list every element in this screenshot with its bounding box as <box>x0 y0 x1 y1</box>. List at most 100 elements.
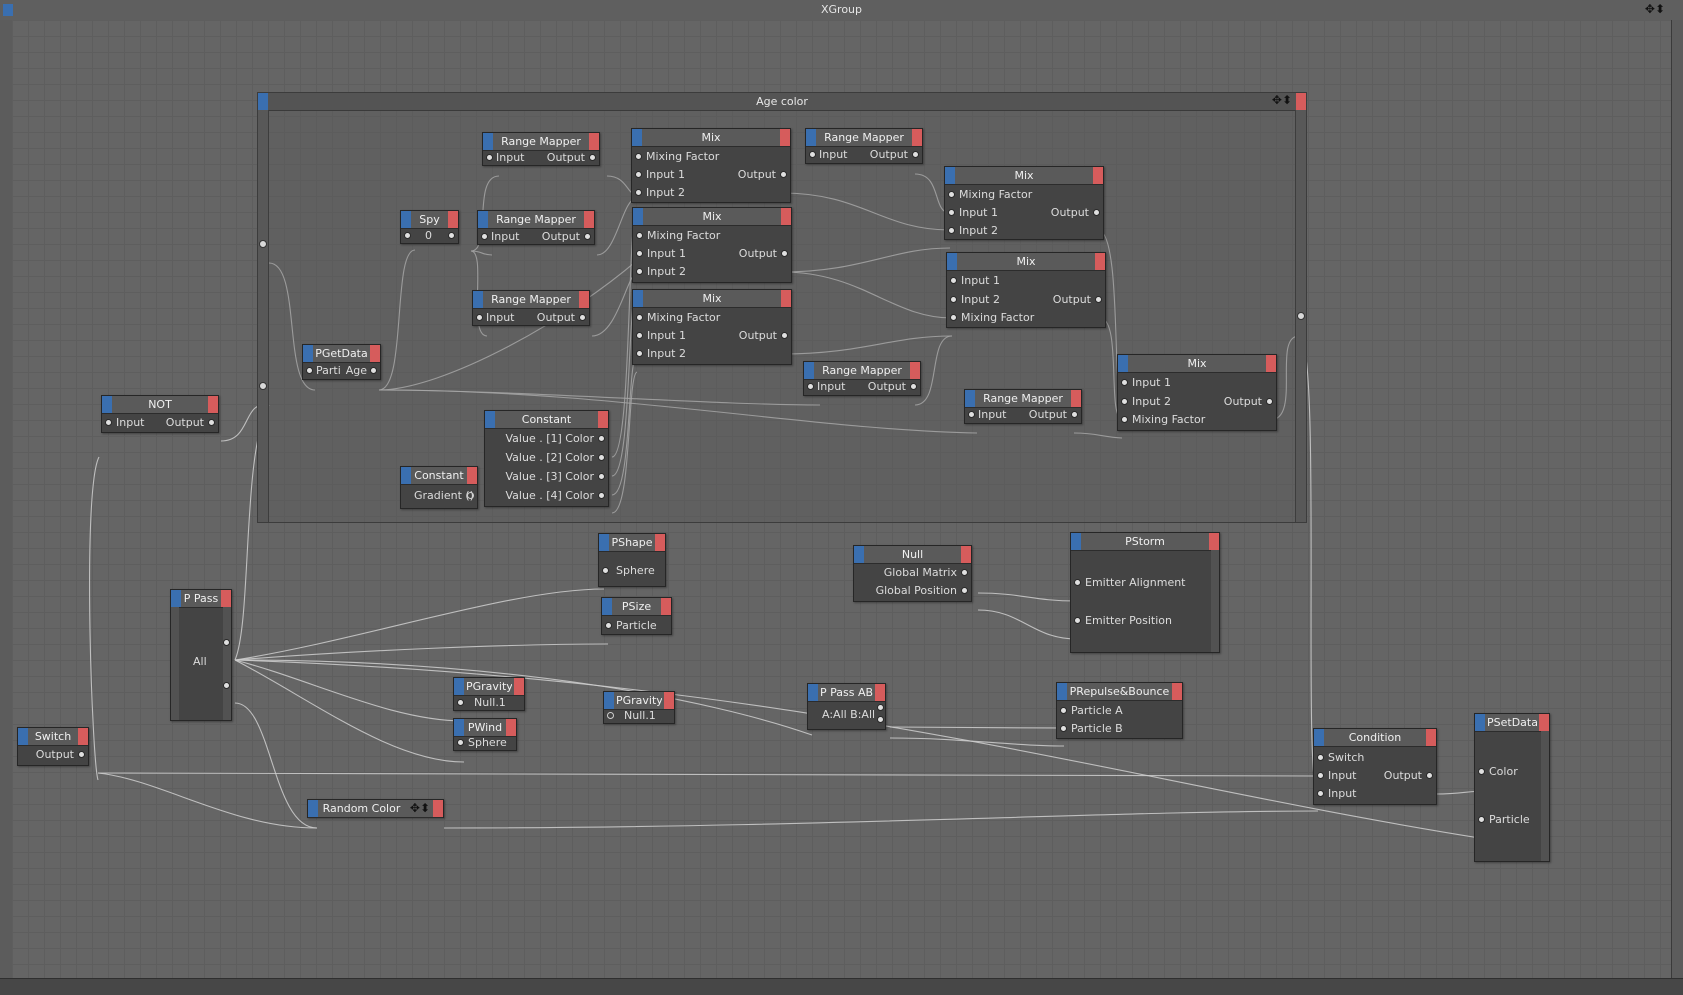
input-port[interactable] <box>950 277 957 284</box>
input-port-add[interactable] <box>804 362 814 379</box>
output-port[interactable] <box>780 171 787 178</box>
window-titlebar[interactable]: XGroup ✥⬍ <box>0 0 1683 21</box>
psize-node[interactable]: PSize Particle <box>601 597 672 635</box>
not-node[interactable]: NOT Input Output <box>101 395 219 433</box>
switch-node[interactable]: Switch Output <box>17 727 89 766</box>
input-port-add[interactable] <box>303 345 313 362</box>
pstorm-node[interactable]: PStorm Emitter Alignment Emitter Positio… <box>1070 532 1220 653</box>
ppass-node[interactable]: P Pass All <box>170 589 232 721</box>
input-port-add[interactable] <box>808 684 818 701</box>
input-port[interactable] <box>486 154 493 161</box>
input-port[interactable] <box>1121 379 1128 386</box>
output-port[interactable] <box>78 751 85 758</box>
input-port-add[interactable] <box>1475 714 1485 731</box>
output-port[interactable] <box>877 704 884 711</box>
input-port[interactable] <box>636 332 643 339</box>
output-port[interactable] <box>1266 398 1273 405</box>
output-port[interactable] <box>961 569 968 576</box>
input-port-add[interactable] <box>485 411 495 428</box>
output-port-add[interactable] <box>1071 390 1081 407</box>
output-port-add[interactable] <box>910 362 920 379</box>
input-port[interactable] <box>1074 579 1081 586</box>
input-port[interactable] <box>636 232 643 239</box>
pwind-node[interactable]: PWind Sphere <box>453 718 517 751</box>
ppass-ab-node[interactable]: P Pass AB A:All B:All <box>807 683 886 730</box>
output-port-add[interactable] <box>781 290 791 307</box>
output-port[interactable] <box>1071 411 1078 418</box>
input-port[interactable] <box>1060 707 1067 714</box>
input-port-add[interactable] <box>602 598 612 615</box>
output-port[interactable] <box>208 419 215 426</box>
input-port[interactable] <box>635 153 642 160</box>
pgravity-node[interactable]: PGravity Null.1 <box>603 691 675 724</box>
output-port[interactable] <box>781 332 788 339</box>
input-port[interactable] <box>1060 725 1067 732</box>
output-port[interactable] <box>370 367 377 374</box>
input-port-add[interactable] <box>632 129 642 146</box>
input-port-add[interactable] <box>483 133 493 150</box>
output-port-add[interactable] <box>78 728 88 745</box>
output-port-add[interactable] <box>370 345 380 362</box>
output-port-add[interactable] <box>661 598 671 615</box>
input-port-add[interactable] <box>171 590 181 607</box>
group-output-port[interactable] <box>1296 93 1306 110</box>
output-port[interactable] <box>598 473 605 480</box>
input-port[interactable] <box>1074 617 1081 624</box>
random-color-node[interactable]: Random Color ✥⬍ <box>307 799 444 818</box>
mix-node[interactable]: Mix Mixing Factor Input 1 Output Input 2 <box>632 289 792 365</box>
output-port-add[interactable] <box>1266 355 1276 372</box>
input-port[interactable] <box>807 383 814 390</box>
group-in-port[interactable] <box>259 382 267 390</box>
output-port[interactable] <box>598 454 605 461</box>
output-port[interactable] <box>1426 772 1433 779</box>
node-canvas[interactable]: Age color ✥⬍ Range Mapper Input Output R… <box>12 20 1671 978</box>
range-mapper-node[interactable]: Range Mapper Input Output <box>472 290 590 326</box>
psetdata-node[interactable]: PSetData Color Particle <box>1474 713 1550 862</box>
output-port-add[interactable] <box>961 546 971 563</box>
input-port[interactable] <box>457 699 464 706</box>
condition-node[interactable]: Condition Switch Input Output Input <box>1313 728 1437 805</box>
output-port[interactable] <box>223 639 230 646</box>
input-port[interactable] <box>1317 754 1324 761</box>
input-port[interactable] <box>950 314 957 321</box>
output-port-add[interactable] <box>448 211 458 228</box>
input-port[interactable] <box>635 189 642 196</box>
output-port[interactable] <box>223 682 230 689</box>
input-port[interactable] <box>950 296 957 303</box>
move-resize-icon[interactable]: ✥⬍ <box>1272 93 1292 107</box>
group-in-port[interactable] <box>259 240 267 248</box>
constant-node[interactable]: Constant Value . [1] Color Value . [2] C… <box>484 410 609 507</box>
output-port-add[interactable] <box>208 396 218 413</box>
constant-node[interactable]: Constant Gradient () <box>400 466 478 509</box>
input-port[interactable] <box>306 367 313 374</box>
mix-node[interactable]: Mix Mixing Factor Input 1 Output Input 2 <box>631 128 791 203</box>
input-port-add[interactable] <box>308 800 318 817</box>
input-port-add[interactable] <box>604 692 614 709</box>
input-port[interactable] <box>636 314 643 321</box>
input-port[interactable] <box>948 227 955 234</box>
input-port[interactable] <box>1121 398 1128 405</box>
input-port[interactable] <box>1317 790 1324 797</box>
input-port-add[interactable] <box>401 211 411 228</box>
input-port-add[interactable] <box>945 167 955 184</box>
input-port[interactable] <box>481 233 488 240</box>
move-resize-icon[interactable]: ✥⬍ <box>1645 2 1665 16</box>
input-port[interactable] <box>809 151 816 158</box>
output-port[interactable] <box>448 232 455 239</box>
output-port-add[interactable] <box>875 684 885 701</box>
output-port-add[interactable] <box>1093 167 1103 184</box>
output-port[interactable] <box>579 314 586 321</box>
range-mapper-node[interactable]: Range Mapper Input Output <box>482 132 600 166</box>
input-port[interactable] <box>636 350 643 357</box>
input-port-add[interactable] <box>947 253 957 270</box>
group-left-port-bar[interactable] <box>258 110 269 522</box>
input-port-add[interactable] <box>1057 683 1067 700</box>
input-port-add[interactable] <box>454 719 464 736</box>
output-port-add[interactable] <box>589 133 599 150</box>
output-port[interactable] <box>589 154 596 161</box>
output-port[interactable] <box>584 233 591 240</box>
output-port[interactable] <box>1093 209 1100 216</box>
output-port-add[interactable] <box>584 211 594 228</box>
input-port[interactable] <box>476 314 483 321</box>
output-port[interactable] <box>912 151 919 158</box>
